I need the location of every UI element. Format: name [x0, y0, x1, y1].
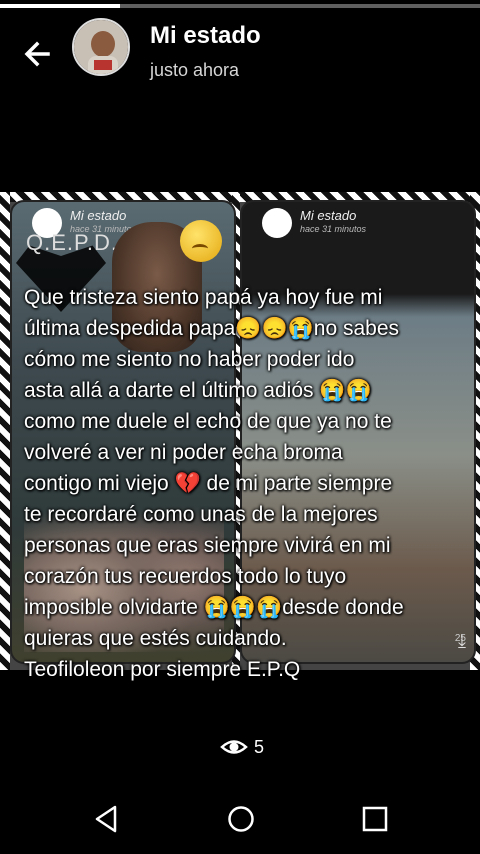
- nav-home-button[interactable]: [226, 804, 256, 834]
- square-recent-icon: [362, 806, 388, 832]
- views-indicator[interactable]: 5: [220, 733, 264, 761]
- qepd-overlay: Q.E.P.D.: [26, 230, 118, 255]
- arrow-left-icon: [24, 41, 50, 67]
- mini-avatar: [262, 208, 292, 238]
- status-time: justo ahora: [150, 60, 240, 80]
- circle-home-icon: [228, 806, 254, 832]
- mini-title: Mi estado: [70, 208, 127, 223]
- page-title: Mi estado: [150, 22, 261, 49]
- views-count: 5: [254, 736, 265, 757]
- eye-icon: [220, 740, 248, 754]
- nav-back-button[interactable]: [92, 804, 122, 834]
- avatar[interactable]: [72, 18, 130, 76]
- status-header: Mi estado justo ahora: [0, 8, 480, 100]
- triangle-back-icon: [95, 805, 117, 833]
- system-navbar: [0, 782, 480, 854]
- nav-recent-button[interactable]: [360, 804, 390, 834]
- status-caption: Que tristeza siento papá ya hoy fue mi ú…: [24, 286, 404, 681]
- sad-emoji-icon: [180, 220, 222, 262]
- stripe-border: [0, 192, 10, 670]
- mini-time: hace 31 minutos: [300, 224, 367, 234]
- avatar-photo: [74, 20, 128, 74]
- back-button[interactable]: [18, 34, 58, 74]
- mini-header: Mi estado hace 31 minutos: [242, 202, 474, 262]
- mini-title: Mi estado: [300, 208, 357, 223]
